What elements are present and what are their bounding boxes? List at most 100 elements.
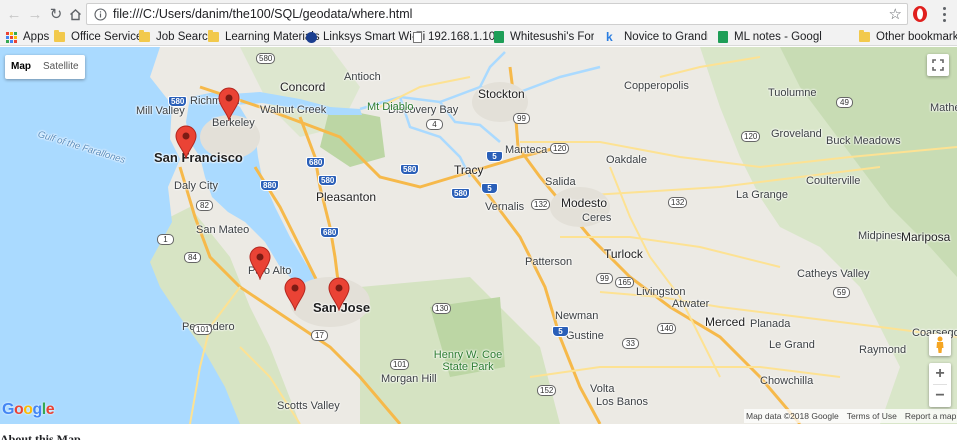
map-attribution: Map data ©2018 Google Terms of Use Repor… bbox=[744, 409, 957, 423]
park-label-henry-coe: Henry W. Coe State Park bbox=[433, 349, 503, 373]
fullscreen-icon[interactable] bbox=[927, 54, 949, 76]
folder-icon bbox=[54, 30, 65, 42]
info-icon[interactable] bbox=[91, 5, 109, 23]
city-label-patterson: Patterson bbox=[525, 256, 573, 268]
route-shield: 17 bbox=[311, 330, 328, 341]
route-shield: 580 bbox=[451, 188, 471, 199]
map-type-control: Map Satellite bbox=[5, 55, 85, 79]
city-label-scotts-valley: Scotts Valley bbox=[277, 400, 340, 412]
park-label-mt-diablo: Mt Diablo bbox=[367, 101, 414, 113]
bookmark-linksys[interactable]: Linksys Smart Wi-Fi bbox=[306, 28, 425, 46]
forward-icon[interactable]: → bbox=[24, 3, 46, 25]
route-shield: 59 bbox=[833, 287, 850, 298]
city-label-catheys-valley: Catheys Valley bbox=[797, 268, 870, 280]
bookmark-novice-grandmaster[interactable]: k Novice to Grandmast bbox=[606, 28, 708, 46]
browser-toolbar: ← → ↻ file:///C:/Users/danim/the100/SQL/… bbox=[0, 0, 957, 28]
route-shield: 130 bbox=[432, 303, 452, 314]
map-type-satellite-button[interactable]: Satellite bbox=[37, 55, 85, 79]
opera-extension-icon[interactable] bbox=[911, 5, 929, 23]
url-text: file:///C:/Users/danim/the100/SQL/geodat… bbox=[113, 7, 413, 21]
bookmark-star-icon[interactable]: ☆ bbox=[889, 5, 902, 23]
map-marker-berkeley[interactable] bbox=[218, 87, 240, 121]
sheets-icon bbox=[494, 31, 504, 43]
report-map-error-link[interactable]: Report a map error bbox=[905, 411, 957, 421]
zoom-in-icon[interactable]: + bbox=[929, 363, 951, 385]
map-marker-san-francisco[interactable] bbox=[175, 125, 197, 159]
bookmark-label: Job Search bbox=[156, 31, 215, 43]
route-shield: 880 bbox=[260, 180, 280, 191]
map-marker-mountain-view[interactable] bbox=[284, 277, 306, 311]
city-label-ceres: Ceres bbox=[582, 212, 612, 224]
city-label-san-francisco: San Francisco bbox=[154, 150, 243, 165]
route-shield: 5 bbox=[481, 183, 498, 194]
route-shield: 82 bbox=[196, 200, 213, 211]
route-shield: 99 bbox=[513, 113, 530, 124]
folder-icon bbox=[208, 30, 219, 42]
city-label-mariposa: Mariposa bbox=[901, 230, 951, 244]
city-label-antioch: Antioch bbox=[344, 71, 381, 83]
city-label-manteca: Manteca bbox=[505, 144, 548, 156]
city-label-mathe: Mathe bbox=[930, 102, 957, 114]
route-shield: 33 bbox=[622, 338, 639, 349]
city-label-turlock: Turlock bbox=[604, 247, 643, 261]
map-marker-palo-alto[interactable] bbox=[249, 246, 271, 280]
zoom-out-icon[interactable]: − bbox=[929, 385, 951, 407]
city-label-raymond: Raymond bbox=[859, 344, 907, 356]
bookmark-fortnite[interactable]: Whitesushi's Fortnite bbox=[494, 28, 594, 46]
city-label-chowchilla: Chowchilla bbox=[760, 375, 814, 387]
route-shield: 101 bbox=[193, 324, 213, 335]
map-type-map-button[interactable]: Map bbox=[5, 55, 37, 79]
city-label-newman: Newman bbox=[555, 310, 599, 322]
city-label-salida: Salida bbox=[545, 176, 576, 188]
route-shield: 680 bbox=[306, 157, 326, 168]
browser-menu-icon[interactable] bbox=[937, 4, 951, 24]
bookmark-other[interactable]: Other bookmarks bbox=[859, 28, 957, 46]
route-shield: 132 bbox=[668, 197, 688, 208]
bookmark-label: Linksys Smart Wi-Fi bbox=[323, 31, 426, 43]
page-icon bbox=[413, 31, 422, 43]
city-label-volta: Volta bbox=[590, 383, 615, 395]
route-shield: 580 bbox=[256, 53, 276, 64]
google-map[interactable]: Stockton Copperopolis Tuolumne Groveland… bbox=[0, 47, 957, 424]
route-shield: 120 bbox=[550, 143, 570, 154]
city-label-coulterville: Coulterville bbox=[806, 175, 861, 187]
apps-icon bbox=[6, 31, 17, 43]
google-logo[interactable]: Google bbox=[2, 401, 55, 419]
city-label-morgan-hill: Morgan Hill bbox=[381, 373, 437, 385]
city-label-la-grange: La Grange bbox=[736, 189, 788, 201]
terms-of-use-link[interactable]: Terms of Use bbox=[847, 411, 897, 421]
bookmark-label: 192.168.1.100 bbox=[428, 31, 502, 43]
city-label-modesto: Modesto bbox=[561, 196, 608, 210]
bookmark-office-services[interactable]: Office Services bbox=[54, 28, 148, 46]
bookmark-apps[interactable]: Apps bbox=[6, 28, 49, 46]
city-label-concord: Concord bbox=[280, 80, 326, 94]
city-label-merced: Merced bbox=[705, 315, 746, 329]
page-heading: About this Map bbox=[0, 432, 81, 440]
city-label-buck-meadows: Buck Meadows bbox=[826, 135, 901, 147]
city-label-le-grand: Le Grand bbox=[769, 339, 815, 351]
bookmark-learning-materials[interactable]: Learning Materials bbox=[208, 28, 320, 46]
city-label-daly-city: Daly City bbox=[174, 180, 219, 192]
street-view-pegman-icon[interactable] bbox=[929, 334, 951, 356]
bookmarks-bar: Apps Office Services Job Search Learning… bbox=[0, 28, 957, 46]
bookmark-label: Apps bbox=[23, 31, 50, 43]
bookmark-job-search[interactable]: Job Search bbox=[139, 28, 214, 46]
bookmark-label: Novice to Grandmast bbox=[624, 31, 708, 43]
city-label-midpines: Midpines bbox=[858, 230, 903, 242]
map-marker-san-jose[interactable] bbox=[328, 277, 350, 311]
city-label-copperopolis: Copperopolis bbox=[624, 80, 689, 92]
city-label-tuolumne: Tuolumne bbox=[768, 87, 817, 99]
route-shield: 120 bbox=[741, 131, 761, 142]
bookmark-ml-notes[interactable]: ML notes - Google Sh bbox=[718, 28, 822, 46]
home-icon[interactable] bbox=[64, 3, 86, 25]
route-shield: 580 bbox=[318, 175, 338, 186]
city-label-los-banos: Los Banos bbox=[596, 396, 648, 408]
back-icon[interactable]: ← bbox=[3, 3, 25, 25]
route-shield: 152 bbox=[537, 385, 557, 396]
city-label-groveland: Groveland bbox=[771, 128, 822, 140]
city-label-livingston: Livingston bbox=[636, 286, 686, 298]
bookmark-router-ip[interactable]: 192.168.1.100 bbox=[413, 28, 502, 46]
city-label-gustine: Gustine bbox=[566, 330, 604, 342]
address-bar[interactable]: file:///C:/Users/danim/the100/SQL/geodat… bbox=[86, 3, 908, 25]
bookmark-label: Other bookmarks bbox=[876, 31, 957, 43]
